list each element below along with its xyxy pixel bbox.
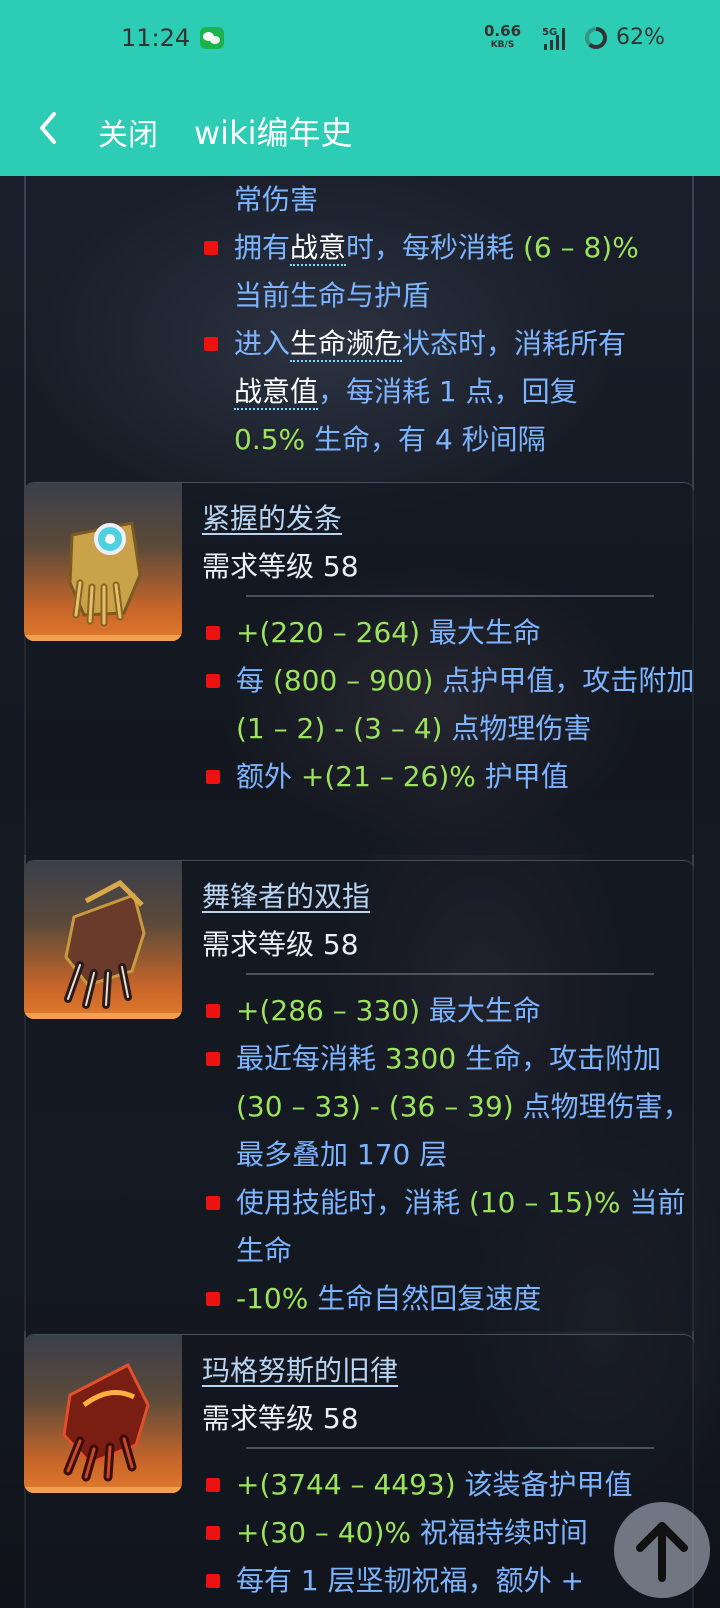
mod-text: 生命，有 4 秒间隔: [305, 423, 546, 456]
mod-text: 最大生命: [420, 616, 541, 649]
item-card: 玛格努斯的旧律 需求等级 58 +(3744 – 4493) 该装备护甲值 +(3…: [24, 1334, 694, 1608]
item-image[interactable]: [24, 861, 182, 1019]
mod-text: 当前生命与护盾: [234, 279, 431, 312]
mod-value: (1 – 2) - (3 – 4): [236, 712, 443, 745]
item-card: 紧握的发条 需求等级 58 +(220 – 264) 最大生命每 (800 – …: [24, 482, 694, 855]
mod-value: (6 – 8)%: [522, 231, 639, 264]
mod-text: 使用技能时，消耗: [236, 1186, 469, 1219]
item-level: 需求等级 58: [202, 928, 359, 961]
bullet-icon: [206, 770, 220, 784]
bullet-icon: [206, 1526, 220, 1540]
clockwork-gauntlet-icon: [68, 521, 142, 627]
item-name-link[interactable]: 舞锋者的双指: [202, 875, 370, 915]
divider: [246, 1447, 654, 1449]
bullet-icon: [206, 626, 220, 640]
mod-value: 3300: [384, 1042, 457, 1075]
fragment-text: 常伤害: [234, 183, 319, 216]
mod-line: +(286 – 330) 最大生命: [202, 987, 702, 1035]
page-title: wiki编年史: [194, 114, 353, 152]
battery-percent: 62%: [616, 25, 665, 50]
bullet-icon: [206, 1292, 220, 1306]
mod-text: 每有 1 层坚韧祝福，额外 +: [236, 1564, 584, 1597]
mod-text: 点物理伤害: [442, 712, 592, 745]
chevron-left-icon[interactable]: [34, 108, 64, 148]
bullet-icon: [206, 1052, 220, 1066]
mod-value: -10%: [236, 1282, 309, 1315]
mod-text: 生命，攻击附加: [456, 1042, 662, 1075]
mod-line: 进入生命濒危状态时，消耗所有战意值，每消耗 1 点，回复 0.5% 生命，有 4…: [200, 320, 650, 464]
mod-value: (30 – 33) - (36 – 39): [236, 1090, 514, 1123]
item-name-link[interactable]: 玛格努斯的旧律: [202, 1349, 398, 1389]
mod-value: (800 – 900): [272, 664, 434, 697]
status-time: 11:24: [121, 24, 191, 52]
magnus-gauntlet-icon: [62, 1362, 150, 1482]
mod-line: -10% 生命自然回复速度: [202, 1275, 702, 1323]
mod-text: 时，每秒消耗: [346, 231, 523, 264]
network-speed: 0.66 KB/S: [484, 24, 521, 52]
mod-text: 该装备护甲值: [455, 1468, 633, 1501]
mod-text: 进入: [234, 327, 291, 360]
mod-line: 使用技能时，消耗 (10 – 15)% 当前生命: [202, 1179, 702, 1275]
mod-text: 最近每消耗: [236, 1042, 385, 1075]
mod-text: 每: [236, 664, 273, 697]
item-level: 需求等级 58: [202, 550, 359, 583]
previous-item-fragment: 常伤害 拥有战意时，每秒消耗 (6 – 8)% 当前生命与护盾 进入生命濒危状态时…: [178, 176, 678, 464]
bullet-icon: [204, 337, 218, 351]
item-image[interactable]: [24, 483, 182, 641]
bullet-icon: [206, 1196, 220, 1210]
mod-text: 额外: [236, 760, 301, 793]
scroll-top-button[interactable]: [614, 1502, 710, 1598]
mod-value: +(286 – 330): [236, 994, 420, 1027]
mod-value: +(30 – 40)%: [236, 1516, 411, 1549]
mod-value: +(21 – 26)%: [300, 760, 476, 793]
mod-line: 每 (800 – 900) 点护甲值，攻击附加 (1 – 2) - (3 – 4…: [202, 657, 702, 753]
app-bar: 关闭 wiki编年史: [0, 82, 720, 176]
keyword-link[interactable]: 战意值: [234, 375, 319, 410]
status-bar: 11:24 0.66 KB/S 5G 62%: [0, 0, 720, 82]
bullet-icon: [204, 241, 218, 255]
bullet-icon: [206, 674, 220, 688]
mod-value: +(220 – 264): [236, 616, 420, 649]
network-type: 5G: [542, 27, 557, 38]
mod-text: 点护甲值，攻击附加: [433, 664, 695, 697]
keyword-link[interactable]: 战意: [290, 231, 347, 266]
wiki-content[interactable]: 常伤害 拥有战意时，每秒消耗 (6 – 8)% 当前生命与护盾 进入生命濒危状态时…: [0, 176, 720, 1608]
item-name-link[interactable]: 紧握的发条: [202, 497, 342, 537]
divider: [246, 595, 654, 597]
mod-line: 拥有战意时，每秒消耗 (6 – 8)% 当前生命与护盾: [200, 224, 650, 320]
net-speed-unit: KB/S: [490, 40, 515, 50]
fragment-lead-text: 常伤害: [178, 176, 678, 224]
mod-line: 额外 +(21 – 26)% 护甲值: [202, 753, 702, 801]
mod-text: 状态时，消耗所有: [402, 327, 627, 360]
mod-line: +(220 – 264) 最大生命: [202, 609, 702, 657]
mod-text: 祝福持续时间: [410, 1516, 588, 1549]
mod-text: 拥有: [234, 231, 291, 264]
mod-text: 护甲值: [475, 760, 569, 793]
item-mods: +(220 – 264) 最大生命每 (800 – 900) 点护甲值，攻击附加…: [202, 609, 702, 801]
mod-line: 最近每消耗 3300 生命，攻击附加 (30 – 33) - (36 – 39)…: [202, 1035, 702, 1179]
mod-text: 生命自然回复速度: [308, 1282, 542, 1315]
bladedancer-gauntlet-icon: [64, 879, 146, 1009]
item-level: 需求等级 58: [202, 1402, 359, 1435]
keyword-link[interactable]: 生命濒危: [290, 327, 403, 362]
mod-value: (10 – 15)%: [468, 1186, 621, 1219]
mod-text: ，每消耗 1 点，回复: [318, 375, 578, 408]
close-button[interactable]: 关闭: [98, 110, 158, 154]
item-mods: +(286 – 330) 最大生命 最近每消耗 3300 生命，攻击附加 (30 …: [202, 987, 702, 1323]
mod-value: 0.5%: [234, 423, 306, 456]
item-card: 舞锋者的双指 需求等级 58 +(286 – 330) 最大生命最近每消耗 33…: [24, 860, 694, 1331]
battery-icon: [585, 27, 607, 49]
bullet-icon: [206, 1004, 220, 1018]
mod-text: 最大生命: [420, 994, 541, 1027]
item-image[interactable]: [24, 1335, 182, 1493]
mod-value: +(3744 – 4493): [236, 1468, 456, 1501]
wechat-icon: [200, 27, 224, 49]
signal-icon: 5G: [542, 27, 565, 50]
bullet-icon: [206, 1478, 220, 1492]
divider: [246, 973, 654, 975]
arrow-up-icon: [636, 1522, 688, 1582]
bullet-icon: [206, 1574, 220, 1588]
